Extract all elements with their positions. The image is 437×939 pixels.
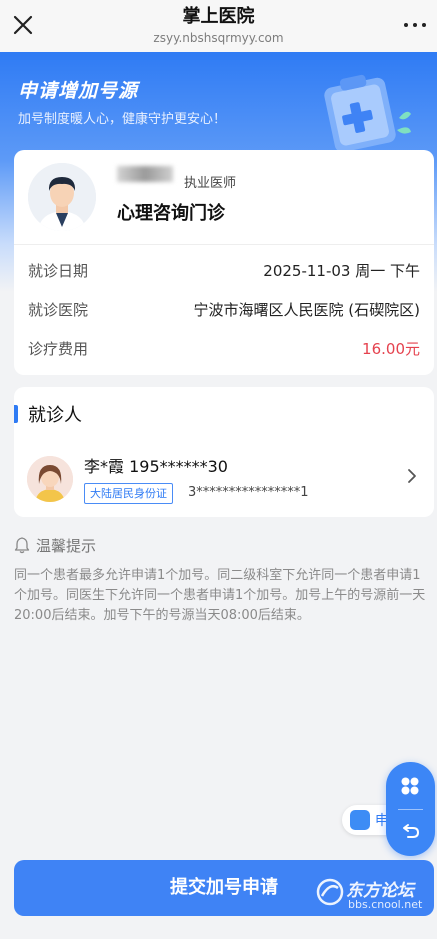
doctor-name-blurred	[117, 166, 173, 182]
document-icon	[350, 810, 370, 830]
undo-icon[interactable]	[401, 820, 421, 840]
id-type-badge: 大陆居民身份证	[84, 483, 173, 504]
more-dots-icon	[422, 23, 426, 27]
more-dots-icon	[404, 23, 408, 27]
page-domain: zsyy.nbshsqrmyy.com	[153, 31, 284, 45]
grid-icon[interactable]	[400, 776, 420, 796]
patient-avatar-icon	[27, 456, 73, 502]
medical-clipboard-icon	[324, 74, 411, 153]
watermark: 东方论坛 bbs.cnool.net	[316, 874, 434, 914]
id-number: 3****************1	[188, 485, 309, 500]
fee-value: 16.00元	[362, 340, 420, 358]
patient-name-phone: 李*霞 195******30	[84, 457, 228, 476]
hero-title: 申请增加号源	[18, 80, 139, 102]
divider	[14, 244, 434, 245]
tips-text: 同一个患者最多允许申请1个加号。同二级科室下允许同一个患者申请1个加号。同医生下…	[14, 568, 426, 623]
more-dots-icon	[413, 23, 417, 27]
doctor-avatar	[28, 163, 96, 231]
doctor-avatar-icon	[28, 163, 96, 231]
tips-title: 温馨提示	[36, 537, 97, 555]
browser-topbar: 掌上医院 zsyy.nbshsqrmyy.com	[0, 0, 437, 52]
info-value: 宁波市海曙区人民医院 (石碶院区)	[193, 301, 420, 319]
info-row-hospital: 就诊医院 宁波市海曙区人民医院 (石碶院区)	[28, 299, 420, 321]
hero-subtitle: 加号制度暖人心，健康守护更安心！	[18, 112, 227, 127]
info-row-date: 就诊日期 2025-11-03 周一 下午	[28, 260, 420, 282]
doctor-department: 心理咨询门诊	[117, 203, 225, 224]
watermark-url: bbs.cnool.net	[348, 898, 423, 911]
doctor-card: 执业医师 心理咨询门诊 就诊日期 2025-11-03 周一 下午 就诊医院 宁…	[14, 150, 434, 375]
info-label: 就诊日期	[28, 262, 89, 280]
doctor-title: 执业医师	[184, 176, 237, 191]
patient-avatar	[27, 456, 73, 502]
floating-action-box[interactable]	[386, 762, 435, 856]
patient-card[interactable]: 就诊人 李*霞 195******30 大陆居民身份证 3***********…	[14, 387, 434, 517]
info-value: 2025-11-03 周一 下午	[263, 262, 420, 280]
page-title: 掌上医院	[182, 6, 255, 27]
info-label: 就诊医院	[28, 301, 89, 319]
more-button[interactable]	[403, 14, 427, 36]
bell-icon	[14, 537, 30, 554]
section-accent-bar	[14, 405, 18, 423]
forum-logo-icon	[316, 878, 344, 906]
section-title: 就诊人	[28, 405, 82, 426]
chevron-right-icon[interactable]	[406, 468, 418, 484]
info-label: 诊疗费用	[28, 340, 89, 358]
info-row-fee: 诊疗费用 16.00元	[28, 338, 420, 360]
divider	[398, 809, 423, 810]
title-wrap: 掌上医院 zsyy.nbshsqrmyy.com	[0, 5, 437, 46]
